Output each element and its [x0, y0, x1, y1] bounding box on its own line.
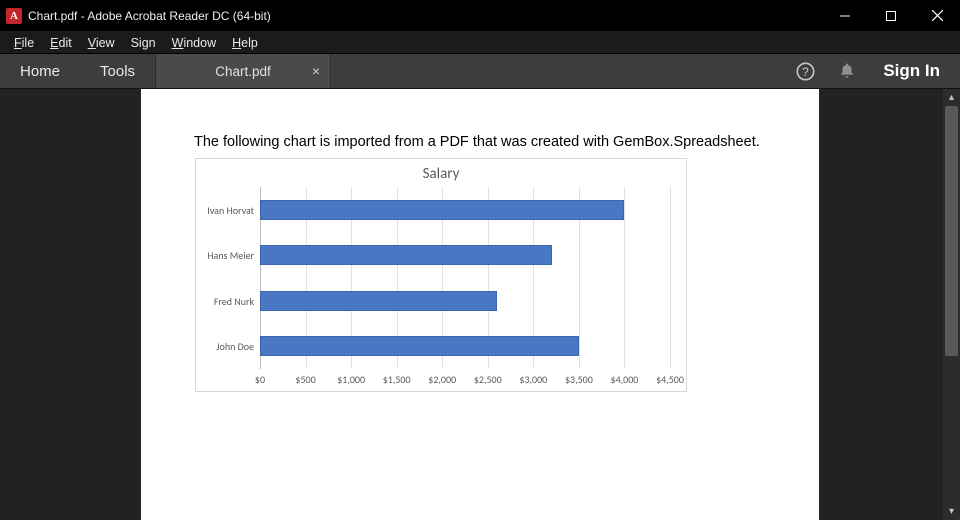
svg-text:?: ?	[802, 65, 809, 79]
intro-text: The following chart is imported from a P…	[194, 134, 760, 150]
x-tick-label: $2,500	[474, 373, 502, 386]
window-title: Chart.pdf - Adobe Acrobat Reader DC (64-…	[28, 9, 271, 23]
close-tab-icon[interactable]: ×	[312, 63, 320, 79]
bar	[260, 336, 579, 356]
vertical-scrollbar[interactable]: ▴ ▾	[943, 89, 960, 520]
chart-title: Salary	[196, 159, 686, 183]
chart: Salary $0$500$1,000$1,500$2,000$2,500$3,…	[195, 158, 687, 392]
x-tick-label: $4,000	[611, 373, 639, 386]
bar-row: Hans Meier	[260, 245, 670, 265]
scroll-down-arrow[interactable]: ▾	[943, 503, 960, 520]
bar	[260, 291, 497, 311]
category-label: Hans Meier	[207, 249, 254, 262]
category-label: Fred Nurk	[214, 295, 254, 308]
document-tab-label: Chart.pdf	[215, 64, 271, 79]
nav-home[interactable]: Home	[0, 54, 80, 88]
x-tick-label: $1,500	[383, 373, 411, 386]
chart-plot-area: $0$500$1,000$1,500$2,000$2,500$3,000$3,5…	[260, 187, 670, 369]
scroll-up-arrow[interactable]: ▴	[943, 89, 960, 106]
menu-edit[interactable]: Edit	[42, 31, 80, 53]
content-area: The following chart is imported from a P…	[0, 89, 960, 520]
menu-bar: File Edit View Sign Window Help	[0, 31, 960, 54]
x-tick-label: $500	[295, 373, 315, 386]
bar-row: Ivan Horvat	[260, 200, 670, 220]
x-tick-label: $3,000	[519, 373, 547, 386]
pdf-page: The following chart is imported from a P…	[141, 89, 819, 520]
bell-icon[interactable]	[827, 54, 867, 89]
title-bar: A Chart.pdf - Adobe Acrobat Reader DC (6…	[0, 0, 960, 31]
app-icon: A	[6, 8, 22, 24]
minimize-button[interactable]	[822, 0, 868, 31]
bar	[260, 200, 624, 220]
x-tick-label: $1,000	[337, 373, 365, 386]
gridline	[670, 187, 671, 369]
toolbar: Home Tools Chart.pdf × ? Sign In	[0, 54, 960, 89]
menu-sign[interactable]: Sign	[123, 31, 164, 53]
maximize-button[interactable]	[868, 0, 914, 31]
close-button[interactable]	[914, 0, 960, 31]
category-label: Ivan Horvat	[207, 204, 254, 217]
menu-view[interactable]: View	[80, 31, 123, 53]
bar	[260, 245, 552, 265]
bar-row: John Doe	[260, 336, 670, 356]
nav-tools[interactable]: Tools	[80, 54, 155, 88]
menu-help[interactable]: Help	[224, 31, 266, 53]
x-tick-label: $0	[255, 373, 265, 386]
category-label: John Doe	[216, 340, 254, 353]
x-tick-label: $4,500	[656, 373, 684, 386]
document-tab[interactable]: Chart.pdf ×	[155, 54, 331, 88]
scroll-thumb[interactable]	[945, 106, 958, 356]
x-tick-label: $2,000	[428, 373, 456, 386]
sign-in-button[interactable]: Sign In	[869, 61, 960, 81]
bar-row: Fred Nurk	[260, 291, 670, 311]
x-tick-label: $3,500	[565, 373, 593, 386]
help-icon[interactable]: ?	[785, 54, 825, 89]
menu-window[interactable]: Window	[164, 31, 224, 53]
menu-file[interactable]: File	[6, 31, 42, 53]
